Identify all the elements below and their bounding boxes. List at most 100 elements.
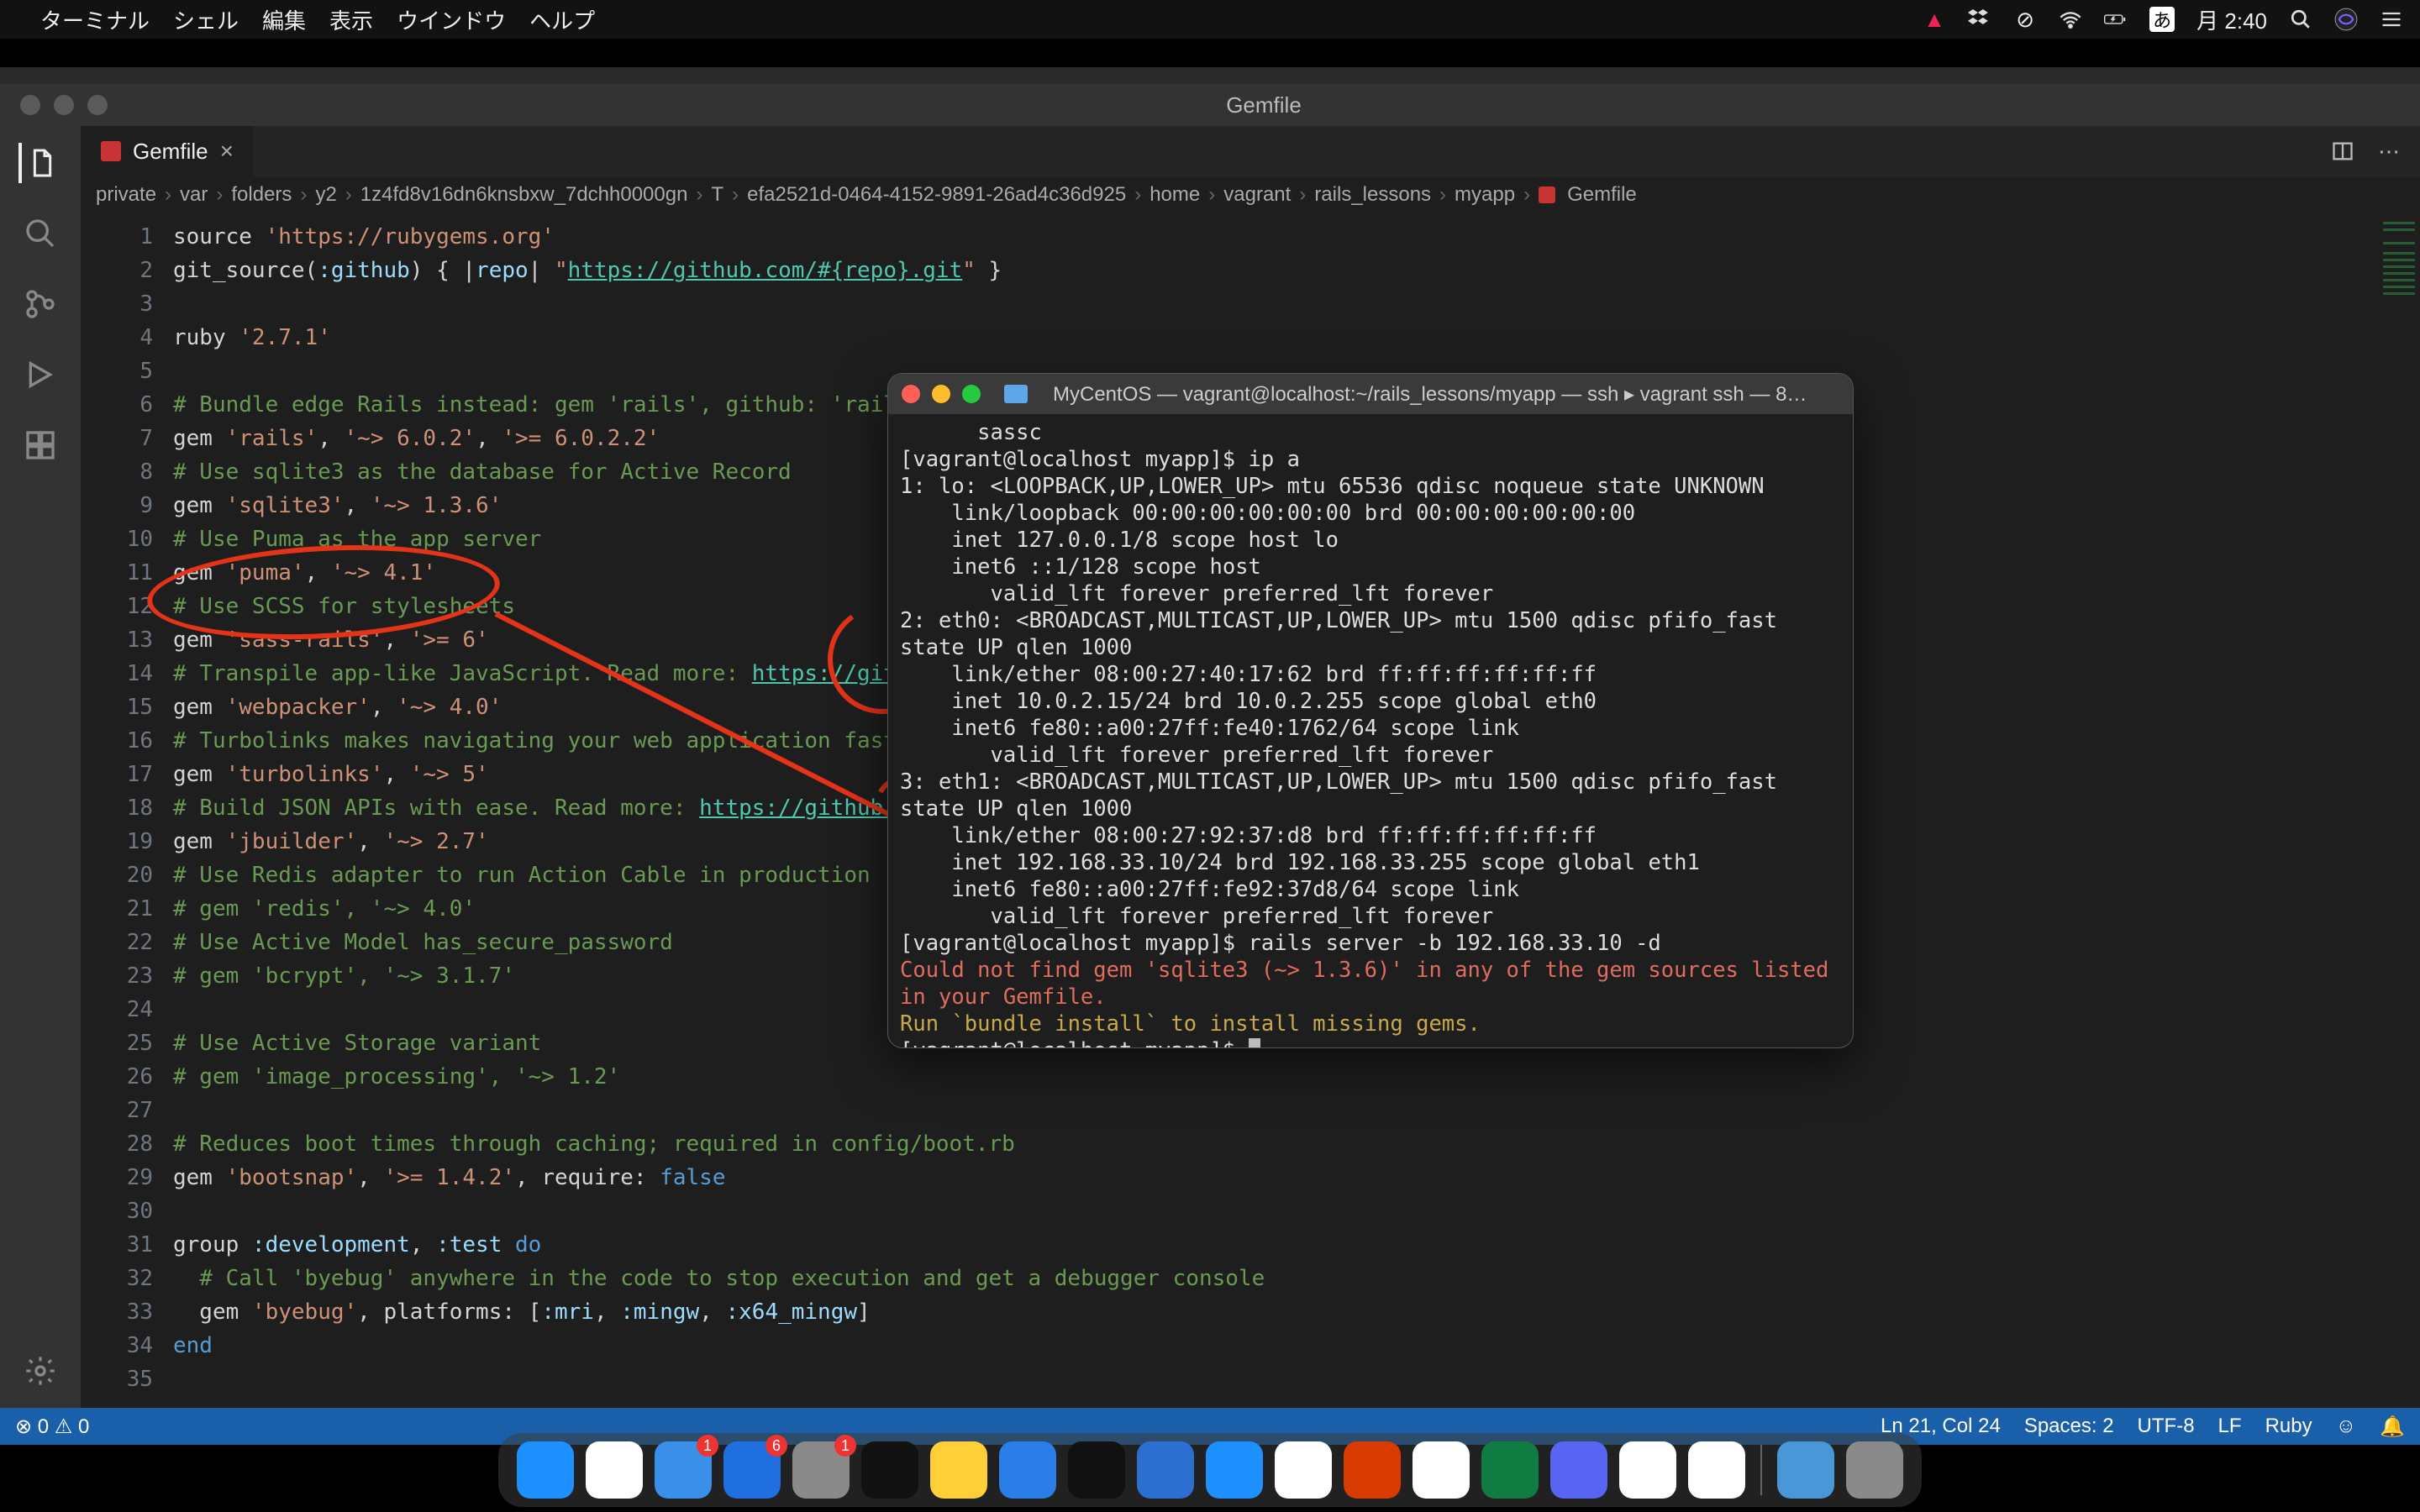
breadcrumb-segment[interactable]: vagrant	[1223, 183, 1291, 207]
dock-app-appstore[interactable]: 6	[723, 1441, 781, 1499]
breadcrumb-segment[interactable]: T	[711, 183, 723, 207]
close-dot-icon[interactable]	[20, 95, 40, 115]
menubar-item[interactable]: ヘルプ	[529, 4, 595, 35]
zoom-dot-icon[interactable]	[87, 95, 108, 115]
warning-count: 0	[78, 1415, 89, 1438]
tab-gemfile[interactable]: Gemfile ×	[81, 126, 254, 176]
explorer-icon[interactable]	[18, 143, 59, 183]
dock-app-photos[interactable]	[1275, 1441, 1332, 1499]
dock-app-office[interactable]	[1344, 1441, 1401, 1499]
menubar-app-name[interactable]: ターミナル	[40, 4, 150, 35]
search-icon[interactable]	[20, 213, 60, 254]
close-tab-icon[interactable]: ×	[220, 138, 234, 165]
dock-app-ie[interactable]	[1619, 1441, 1676, 1499]
dock-app-iterm[interactable]	[1068, 1441, 1125, 1499]
error-count: 0	[38, 1415, 49, 1438]
terminal-titlebar[interactable]: MyCentOS — vagrant@localhost:~/rails_les…	[888, 374, 1853, 414]
dock-app-terminal[interactable]	[861, 1441, 918, 1499]
menubar-item[interactable]: 表示	[329, 4, 373, 35]
notifications-icon[interactable]: 🔔	[2380, 1415, 2405, 1439]
traffic-lights[interactable]	[0, 95, 108, 115]
ruby-file-icon	[101, 141, 121, 161]
badge: 1	[834, 1435, 856, 1457]
control-center-icon[interactable]	[2380, 8, 2403, 31]
chevron-right-icon: ›	[165, 183, 171, 207]
tab-label: Gemfile	[133, 139, 208, 165]
indent-indicator[interactable]: Spaces: 2	[2024, 1415, 2114, 1438]
wifi-icon[interactable]	[2059, 8, 2082, 31]
menubar-item[interactable]: シェル	[173, 4, 239, 35]
eol-indicator[interactable]: LF	[2218, 1415, 2242, 1438]
breadcrumb-segment[interactable]: home	[1150, 183, 1200, 207]
breadcrumb-segment[interactable]: y2	[315, 183, 336, 207]
dock-divider	[1760, 1445, 1762, 1495]
dock-app-discord[interactable]	[1550, 1441, 1607, 1499]
breadcrumb-segment[interactable]: folders	[231, 183, 292, 207]
breadcrumb-segment[interactable]: myapp	[1455, 183, 1515, 207]
chevron-right-icon: ›	[216, 183, 223, 207]
battery-icon[interactable]	[2104, 8, 2128, 31]
split-editor-icon[interactable]	[2331, 139, 2354, 163]
minimize-dot-icon[interactable]	[54, 95, 74, 115]
line-numbers: 1234567891011121314151617181920212223242…	[81, 213, 173, 1408]
source-control-icon[interactable]	[20, 284, 60, 324]
dock-app-excel[interactable]	[1481, 1441, 1539, 1499]
siri-icon[interactable]	[2334, 8, 2358, 31]
editor-tabs: Gemfile × ⋯	[81, 126, 2420, 176]
chevron-right-icon: ›	[300, 183, 307, 207]
breadcrumb-segment[interactable]: Gemfile	[1567, 183, 1637, 207]
dock: 161	[498, 1433, 1922, 1507]
breadcrumb-segment[interactable]: efa2521d-0464-4152-9891-26ad4c36d925	[747, 183, 1126, 207]
close-dot-icon[interactable]	[902, 385, 920, 403]
dock-app-chrome[interactable]	[586, 1441, 643, 1499]
badge: 6	[765, 1435, 787, 1457]
dock-app-vscode[interactable]	[999, 1441, 1056, 1499]
run-debug-icon[interactable]	[20, 354, 60, 395]
minimize-dot-icon[interactable]	[932, 385, 950, 403]
spotlight-icon[interactable]	[2289, 8, 2312, 31]
ruby-file-icon	[1539, 186, 1555, 203]
dock-folder[interactable]	[1777, 1441, 1834, 1499]
chevron-right-icon: ›	[696, 183, 702, 207]
warning-icon[interactable]: ▲	[1923, 8, 1946, 31]
dropbox-icon[interactable]	[1968, 8, 1991, 31]
dock-trash[interactable]	[1846, 1441, 1903, 1499]
dock-app-ms-todo[interactable]	[1137, 1441, 1194, 1499]
input-indicator[interactable]: あ	[2149, 7, 2175, 32]
zoom-dot-icon[interactable]	[962, 385, 981, 403]
dock-app-tasks[interactable]	[1688, 1441, 1745, 1499]
feedback-icon[interactable]: ☺	[2336, 1415, 2357, 1438]
menubar-item[interactable]: ウインドウ	[397, 4, 506, 35]
breadcrumb-segment[interactable]: rails_lessons	[1314, 183, 1431, 207]
dock-app-finder[interactable]	[517, 1441, 574, 1499]
vscode-titlebar[interactable]: Gemfile	[0, 84, 2420, 126]
breadcrumb-segment[interactable]: var	[180, 183, 208, 207]
dock-app-mail[interactable]: 1	[655, 1441, 712, 1499]
dock-app-sysprefs[interactable]: 1	[792, 1441, 850, 1499]
chevron-right-icon: ›	[1208, 183, 1215, 207]
menubar-item[interactable]: 編集	[262, 4, 306, 35]
terminal-window: MyCentOS — vagrant@localhost:~/rails_les…	[887, 373, 1854, 1048]
settings-gear-icon[interactable]	[20, 1351, 60, 1391]
sync-icon[interactable]: ⊘	[2013, 8, 2037, 31]
macos-menubar: ターミナル シェル 編集 表示 ウインドウ ヘルプ ▲ ⊘ あ 月 2:40	[0, 0, 2420, 39]
dock-app-finder-window[interactable]	[1206, 1441, 1263, 1499]
encoding-indicator[interactable]: UTF-8	[2138, 1415, 2195, 1438]
chevron-right-icon: ›	[1523, 183, 1530, 207]
problems-indicator[interactable]: ⊗ 0 ⚠ 0	[15, 1415, 89, 1439]
more-actions-icon[interactable]: ⋯	[2378, 139, 2400, 165]
extensions-icon[interactable]	[20, 425, 60, 465]
breadcrumb-segment[interactable]: 1z4fd8v16dn6knsbxw_7dchh0000gn	[360, 183, 688, 207]
chevron-right-icon: ›	[1439, 183, 1446, 207]
badge: 1	[697, 1435, 718, 1457]
dock-app-duck[interactable]	[930, 1441, 987, 1499]
chevron-right-icon: ›	[1134, 183, 1141, 207]
breadcrumb[interactable]: private › var › folders › y2 › 1z4fd8v16…	[81, 176, 2420, 213]
terminal-output[interactable]: sassc[vagrant@localhost myapp]$ ip a1: l…	[888, 414, 1853, 1047]
clock[interactable]: 月 2:40	[2196, 4, 2267, 35]
language-mode[interactable]: Ruby	[2265, 1415, 2312, 1438]
terminal-title: MyCentOS — vagrant@localhost:~/rails_les…	[1053, 382, 1839, 407]
minimap[interactable]	[2378, 213, 2420, 1408]
dock-app-slack[interactable]	[1413, 1441, 1470, 1499]
breadcrumb-segment[interactable]: private	[96, 183, 156, 207]
